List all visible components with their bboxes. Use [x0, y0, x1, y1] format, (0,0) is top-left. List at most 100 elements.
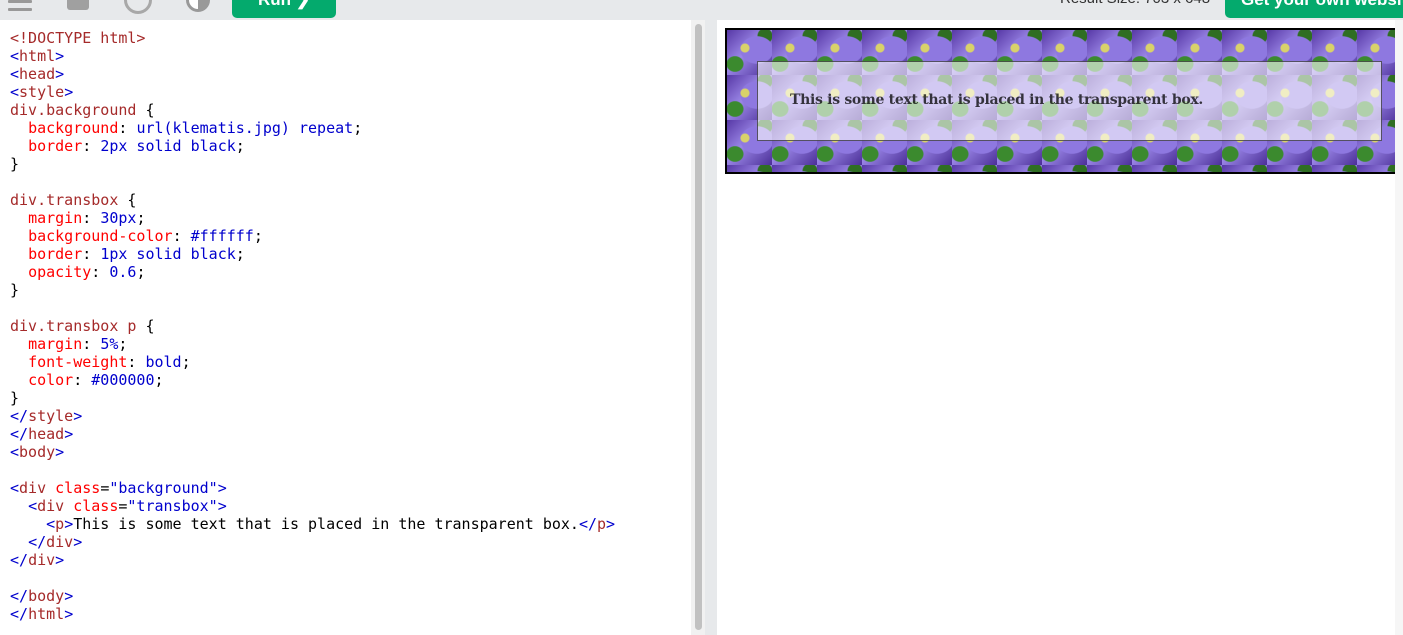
code-token: style	[28, 407, 74, 425]
code-token: >	[64, 587, 74, 605]
home-icon[interactable]	[67, 0, 89, 10]
code-line[interactable]: <div class="background">	[10, 479, 615, 497]
code-line[interactable]: </div>	[10, 533, 615, 551]
code-token: margin	[28, 335, 83, 353]
code-line[interactable]: </body>	[10, 587, 615, 605]
code-line[interactable]: <style>	[10, 83, 615, 101]
code-token: 2px solid black	[100, 137, 236, 155]
code-token: html	[28, 605, 65, 623]
code-token: }	[10, 389, 20, 407]
code-token: >	[73, 533, 83, 551]
code-token: </	[10, 407, 29, 425]
theme-icon[interactable]	[186, 0, 210, 12]
transparent-box: This is some text that is placed in the …	[757, 61, 1382, 141]
result-scrollbar[interactable]	[1395, 20, 1403, 635]
code-token: ;	[136, 209, 146, 227]
code-editor[interactable]: <!DOCTYPE html> <html> <head> <style> div.ba…	[0, 20, 691, 635]
code-line[interactable]: div.transbox p {	[10, 317, 615, 335]
code-token: ;	[253, 227, 263, 245]
code-token: :	[127, 353, 146, 371]
code-token: </	[10, 587, 29, 605]
code-line[interactable]: </div>	[10, 551, 615, 569]
top-toolbar: Run ❯ Result Size: 703 x 648 Get your ow…	[0, 0, 1403, 20]
code-line[interactable]: background: url(klematis.jpg) repeat;	[10, 119, 615, 137]
code-token: #ffffff	[190, 227, 254, 245]
menu-icon[interactable]	[8, 0, 32, 16]
code-line[interactable]: background-color: #ffffff;	[10, 227, 615, 245]
run-button[interactable]: Run ❯	[232, 0, 336, 18]
code-line[interactable]: color: #000000;	[10, 371, 615, 389]
editor-scrollbar-thumb[interactable]	[695, 24, 702, 630]
code-token: style	[19, 83, 65, 101]
code-token: >	[64, 83, 74, 101]
result-size-label: Result Size: 703 x 648	[1060, 0, 1210, 8]
code-line[interactable]: <html>	[10, 47, 615, 65]
code-token: html	[19, 47, 56, 65]
code-token: >	[217, 479, 227, 497]
code-token: >	[73, 407, 83, 425]
code-token: >	[55, 65, 65, 83]
code-token: div.background	[10, 101, 137, 119]
code-token: 5%	[100, 335, 119, 353]
code-token: border	[28, 245, 83, 263]
code-token: "transbox"	[127, 497, 218, 515]
code-token: p	[597, 515, 607, 533]
code-token: url(klematis.jpg) repeat	[136, 119, 354, 137]
result-pane: This is some text that is placed in the …	[717, 20, 1403, 635]
pane-divider[interactable]	[705, 20, 717, 635]
code-line[interactable]: border: 2px solid black;	[10, 137, 615, 155]
code-token: >	[64, 605, 74, 623]
code-line[interactable]: < p >This is some text that is placed in t…	[10, 515, 615, 533]
code-line[interactable]: </head>	[10, 425, 615, 443]
code-token: div.transbox	[10, 191, 119, 209]
code-line[interactable]: font-weight: bold;	[10, 353, 615, 371]
code-line[interactable]: margin: 5%;	[10, 335, 615, 353]
code-token: body	[19, 443, 56, 461]
code-token: div.transbox p	[10, 317, 137, 335]
code-line[interactable]: <body>	[10, 443, 615, 461]
code-token: }	[10, 281, 20, 299]
code-token: ;	[353, 119, 363, 137]
code-token: 1px solid black	[100, 245, 236, 263]
code-token: opacity	[28, 263, 92, 281]
code-line[interactable]: opacity: 0.6;	[10, 263, 615, 281]
code-line[interactable]: </html>	[10, 605, 615, 623]
code-line[interactable]: }	[10, 389, 615, 407]
editor-scrollbar[interactable]	[691, 20, 705, 635]
code-token: This is some text that is placed in the …	[73, 515, 579, 533]
code-line[interactable]	[10, 569, 615, 587]
code-token: :	[172, 227, 191, 245]
code-line[interactable]	[10, 461, 615, 479]
code-line[interactable]: border: 1px solid black;	[10, 245, 615, 263]
code-line[interactable]: }	[10, 155, 615, 173]
get-website-button[interactable]: Get your own website	[1225, 0, 1403, 18]
code-line[interactable]: <div class="transbox">	[10, 497, 615, 515]
code-token: <	[46, 515, 56, 533]
code-token: >	[64, 515, 74, 533]
code-token: background	[28, 119, 119, 137]
code-content[interactable]: <!DOCTYPE html> <html> <head> <style> div.ba…	[10, 29, 615, 623]
code-token: <	[10, 479, 20, 497]
code-line[interactable]: </style>	[10, 407, 615, 425]
code-line[interactable]: }	[10, 281, 615, 299]
rotate-icon[interactable]	[118, 0, 158, 20]
code-line[interactable]: <head>	[10, 65, 615, 83]
code-line[interactable]	[10, 299, 615, 317]
code-line[interactable]: div.transbox {	[10, 191, 615, 209]
code-line[interactable]: <!DOCTYPE html>	[10, 29, 615, 47]
code-token: =	[100, 479, 110, 497]
code-token: <	[10, 443, 20, 461]
code-line[interactable]	[10, 173, 615, 191]
code-token: div	[28, 551, 56, 569]
code-line[interactable]: margin: 30px;	[10, 209, 615, 227]
code-line[interactable]: div.background {	[10, 101, 615, 119]
code-token: body	[28, 587, 65, 605]
